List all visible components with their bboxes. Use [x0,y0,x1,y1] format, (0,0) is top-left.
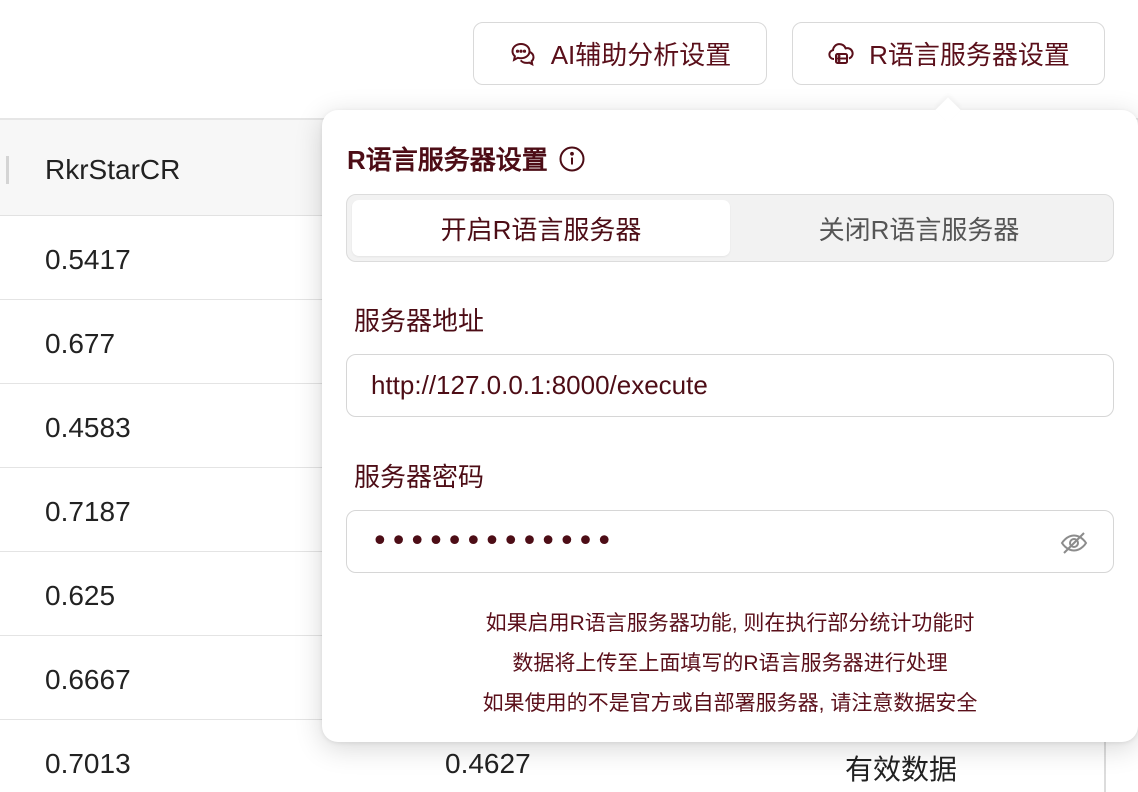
server-password-label: 服务器密码 [354,462,485,492]
table-cell: 0.7187 [45,496,131,527]
r-server-toggle: 开启R语言服务器 关闭R语言服务器 [346,194,1114,262]
table-cell: 0.625 [45,580,116,611]
r-server-settings-label: R语言服务器设置 [869,40,1070,70]
popover-title: R语言服务器设置 [347,140,586,177]
table-cell: 0.5417 [45,244,131,275]
segment-enable-r-server[interactable]: 开启R语言服务器 [352,200,730,256]
ai-settings-label: AI辅助分析设置 [550,40,732,70]
table-cell: 0.677 [45,328,116,359]
note-line: 如果使用的不是官方或自部署服务器, 请注意数据安全 [482,692,978,715]
table-cell: 0.4627 [445,748,531,779]
page: AI辅助分析设置 R语言服务器设置 RkrStarCR 0.5417 0.677… [0,0,1138,792]
column-header-rkrstarcr[interactable]: RkrStarCR [45,154,180,186]
server-password-value: ••••••••••••• [371,524,615,559]
table-cell: 0.6667 [45,664,131,695]
chat-bubbles-icon [509,40,537,68]
cloud-server-icon [827,40,855,68]
server-password-input[interactable]: ••••••••••••• [346,510,1114,573]
info-icon[interactable] [558,145,586,173]
table-cell: 0.7013 [45,748,131,779]
segment-disable-r-server[interactable]: 关闭R语言服务器 [730,200,1108,256]
column-resize-handle[interactable] [6,156,9,184]
r-server-settings-popover: R语言服务器设置 开启R语言服务器 关闭R语言服务器 服务器地址 http://… [322,97,1138,742]
table-cell: 0.4583 [45,412,131,443]
server-address-input[interactable]: http://127.0.0.1:8000/execute [346,354,1114,417]
ai-settings-button[interactable]: AI辅助分析设置 [473,22,767,85]
popover-arrow [935,97,961,123]
server-address-value: http://127.0.0.1:8000/execute [371,370,708,400]
data-security-note: 如果启用R语言服务器功能, 则在执行部分统计功能时 数据将上传至上面填写的R语言… [322,604,1138,724]
note-line: 如果启用R语言服务器功能, 则在执行部分统计功能时 [485,612,975,635]
eye-off-icon[interactable] [1059,528,1089,558]
r-server-settings-button[interactable]: R语言服务器设置 [792,22,1105,85]
popover-title-text: R语言服务器设置 [347,145,548,175]
table-cell-status: 有效数据 [845,754,958,785]
server-address-label: 服务器地址 [354,306,485,336]
note-line: 数据将上传至上面填写的R语言服务器进行处理 [512,652,948,675]
